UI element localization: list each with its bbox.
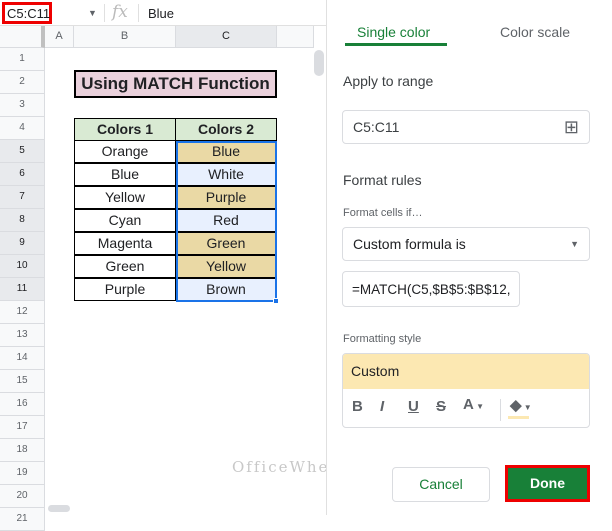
- header-colors-2[interactable]: Colors 2: [175, 118, 277, 141]
- dropdown-arrow-icon: ▼: [570, 239, 579, 249]
- colors-2-cell[interactable]: Blue: [175, 140, 277, 163]
- colors-2-cell[interactable]: White: [175, 163, 277, 186]
- row-header[interactable]: 2: [0, 71, 45, 94]
- column-header-a[interactable]: A: [45, 26, 74, 48]
- formatting-style-label: Formatting style: [343, 333, 421, 345]
- fill-color-icon[interactable]: ◆ ▼: [510, 396, 532, 414]
- bold-icon[interactable]: B: [352, 398, 363, 415]
- underline-icon[interactable]: U: [408, 398, 419, 415]
- row-header[interactable]: 15: [0, 370, 45, 393]
- row-header[interactable]: 18: [0, 439, 45, 462]
- name-box[interactable]: C5:C11: [2, 2, 52, 24]
- row-header[interactable]: 17: [0, 416, 45, 439]
- style-preset-select[interactable]: Custom: [343, 354, 589, 389]
- row-header[interactable]: 10: [0, 255, 45, 278]
- strikethrough-icon[interactable]: S: [436, 398, 446, 415]
- tab-single-color[interactable]: Single color: [357, 24, 430, 40]
- range-value: C5:C11: [353, 119, 399, 135]
- colors-1-cell[interactable]: Magenta: [74, 232, 176, 255]
- apply-range-label: Apply to range: [343, 73, 433, 89]
- colors-1-cell[interactable]: Cyan: [74, 209, 176, 232]
- colors-1-cell[interactable]: Orange: [74, 140, 176, 163]
- column-header-c[interactable]: C: [176, 26, 277, 48]
- colors-2-cell[interactable]: Green: [175, 232, 277, 255]
- formula-value: =MATCH(C5,$B$5:$B$12,: [352, 282, 510, 297]
- colors-1-cell[interactable]: Blue: [74, 163, 176, 186]
- divider: [104, 4, 105, 22]
- horizontal-scrollbar[interactable]: [48, 505, 70, 512]
- condition-select[interactable]: Custom formula is ▼: [342, 227, 590, 261]
- row-header[interactable]: 7: [0, 186, 45, 209]
- divider: [138, 4, 139, 22]
- text-color-icon[interactable]: A ▼: [463, 396, 484, 413]
- fill-color-swatch: [508, 416, 529, 419]
- row-header[interactable]: 6: [0, 163, 45, 186]
- row-header[interactable]: 21: [0, 508, 45, 531]
- chevron-down-icon[interactable]: ▼: [88, 8, 97, 18]
- formula-bar: C5:C11 ▼ fx Blue: [0, 0, 326, 26]
- fx-icon: fx: [112, 2, 128, 22]
- range-input[interactable]: C5:C11 ⊞: [342, 110, 590, 144]
- select-all[interactable]: [0, 26, 45, 48]
- column-header-d[interactable]: [277, 26, 314, 48]
- formula-input[interactable]: =MATCH(C5,$B$5:$B$12,: [342, 271, 520, 307]
- grid-icon[interactable]: ⊞: [564, 117, 579, 138]
- vertical-scrollbar[interactable]: [314, 50, 324, 76]
- row-header[interactable]: 11: [0, 278, 45, 301]
- format-rules-label: Format rules: [343, 172, 422, 188]
- row-header[interactable]: 19: [0, 462, 45, 485]
- row-header[interactable]: 8: [0, 209, 45, 232]
- colors-2-cell[interactable]: Red: [175, 209, 277, 232]
- row-header[interactable]: 1: [0, 48, 45, 71]
- column-header-b[interactable]: B: [74, 26, 176, 48]
- formatting-style-box: Custom: [342, 353, 590, 428]
- colors-1-cell[interactable]: Purple: [74, 278, 176, 301]
- colors-2-cell[interactable]: Purple: [175, 186, 277, 209]
- colors-2-cell[interactable]: Yellow: [175, 255, 277, 278]
- row-header[interactable]: 9: [0, 232, 45, 255]
- row-header[interactable]: 3: [0, 94, 45, 117]
- italic-icon[interactable]: I: [380, 398, 384, 415]
- header-colors-1[interactable]: Colors 1: [74, 118, 176, 141]
- row-header[interactable]: 12: [0, 301, 45, 324]
- row-header[interactable]: 13: [0, 324, 45, 347]
- condition-value: Custom formula is: [353, 236, 466, 252]
- colors-1-cell[interactable]: Yellow: [74, 186, 176, 209]
- row-header[interactable]: 4: [0, 117, 45, 140]
- formula-input[interactable]: Blue: [148, 6, 174, 21]
- fill-handle[interactable]: [273, 298, 279, 304]
- tab-color-scale[interactable]: Color scale: [500, 24, 570, 40]
- sheet-title: Using MATCH Function: [74, 70, 277, 98]
- divider: [500, 399, 501, 421]
- row-header[interactable]: 5: [0, 140, 45, 163]
- cancel-button[interactable]: Cancel: [392, 467, 490, 502]
- row-header[interactable]: 20: [0, 485, 45, 508]
- colors-1-cell[interactable]: Green: [74, 255, 176, 278]
- done-button[interactable]: Done: [505, 465, 590, 502]
- colors-2-cell[interactable]: Brown: [175, 278, 277, 301]
- row-header[interactable]: 16: [0, 393, 45, 416]
- active-tab-indicator: [345, 43, 447, 46]
- condition-label: Format cells if…: [343, 207, 422, 219]
- row-header[interactable]: 14: [0, 347, 45, 370]
